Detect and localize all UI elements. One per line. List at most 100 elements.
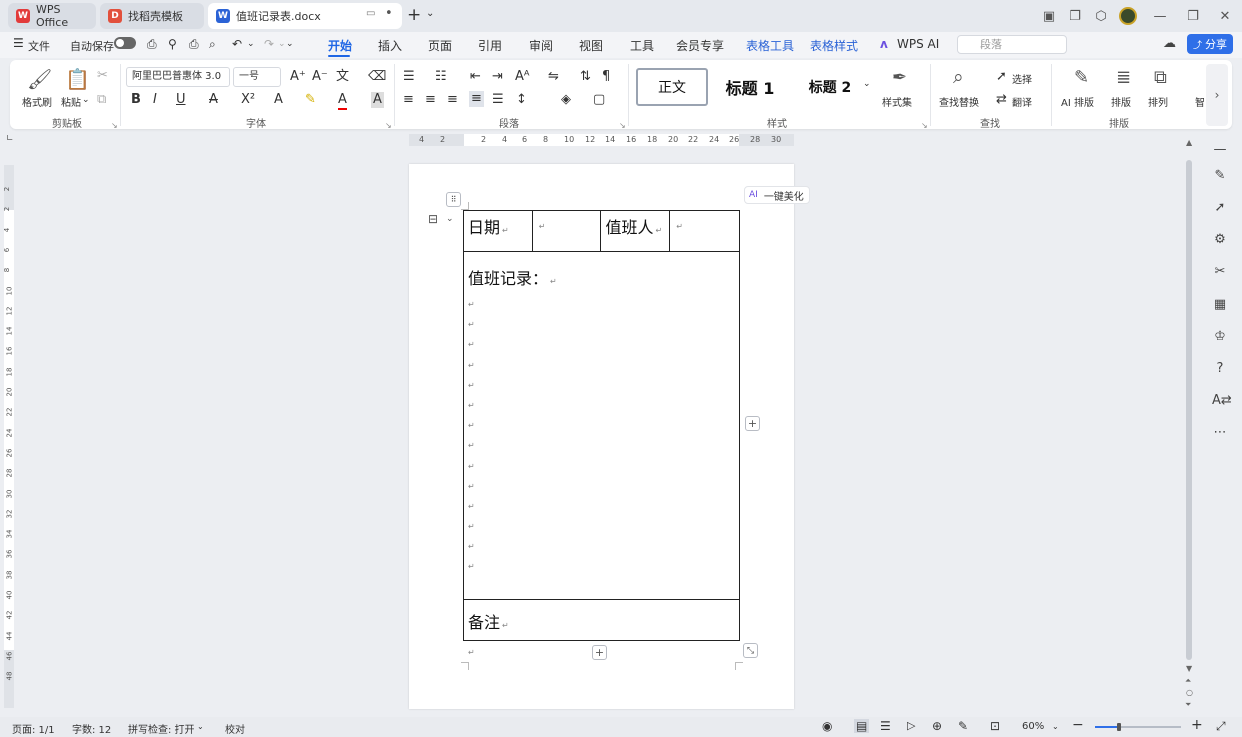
duty-person-label-cell[interactable]: 值班人 ↵ <box>600 210 671 252</box>
ai-beautify-button[interactable]: AI 一键美化 <box>744 186 810 204</box>
ruler-corner-icon[interactable]: ∟ <box>6 134 14 144</box>
vertical-scrollbar[interactable] <box>1186 160 1192 660</box>
format-painter-button[interactable]: 格式刷 <box>22 94 52 109</box>
cloud-upload-icon[interactable]: ☁ <box>1163 36 1176 51</box>
translate-icon[interactable]: A⇄ <box>1212 393 1232 409</box>
find-replace-icon[interactable]: ⌕ <box>953 66 964 88</box>
proofread-button[interactable]: 校对 <box>225 721 245 736</box>
tab-docer-templates[interactable]: D 找稻壳模板 <box>100 3 204 29</box>
browse-object-icon[interactable]: ○ <box>1186 688 1193 697</box>
tab-table-tools[interactable]: 表格工具 <box>746 37 794 54</box>
monitor-icon[interactable]: ▭ <box>366 8 375 19</box>
new-tab-button[interactable]: + <box>407 5 421 25</box>
window-switch-icon[interactable]: ❐ <box>1066 7 1084 25</box>
increase-indent-icon[interactable]: ⇥ <box>492 69 503 85</box>
prev-page-icon[interactable]: ⏶ <box>1185 676 1191 686</box>
tab-list-chevron-icon[interactable]: ⌄ <box>426 8 434 19</box>
record-cell[interactable]: 值班记录： ↵ ↵ ↵ ↵ ↵ ↵ ↵ ↵ ↵ ↵ ↵ ↵ ↵ ↵ ↵ <box>463 251 740 600</box>
decrease-indent-icon[interactable]: ⇤ <box>470 69 481 85</box>
pen-edit-icon[interactable]: ✎ <box>1212 168 1228 184</box>
select-cursor-icon[interactable]: ➚ <box>1212 200 1228 216</box>
arrange-button[interactable]: 排列 <box>1148 94 1168 109</box>
style-heading-2[interactable]: 标题 2 <box>792 68 868 106</box>
scroll-down-icon[interactable]: ▼ <box>1186 664 1192 673</box>
line-spacing-icon[interactable]: ↕ <box>516 92 527 108</box>
style-set-button[interactable]: 样式集 <box>882 94 912 109</box>
share-button[interactable]: ⤴ 分享 <box>1187 34 1233 54</box>
image-edit-icon[interactable]: ▦ <box>1212 297 1228 313</box>
duty-person-value-cell[interactable]: ↵ <box>669 210 740 252</box>
pen-icon[interactable]: ✎ <box>958 719 968 733</box>
close-icon[interactable]: ✕ <box>1216 7 1234 25</box>
select-cursor-icon[interactable]: ➚ <box>996 69 1007 85</box>
outline-view-icon[interactable]: ☰ <box>880 719 891 733</box>
spellcheck-chevron-icon[interactable]: ⌄ <box>197 722 204 731</box>
dialog-launcher-icon[interactable]: ↘ <box>619 118 626 134</box>
scroll-up-icon[interactable]: ▲ <box>1186 138 1192 147</box>
ai-layout-icon[interactable]: ✎ <box>1074 67 1089 88</box>
character-shading-icon[interactable]: A <box>371 92 384 108</box>
tab-page[interactable]: 页面 <box>428 37 452 54</box>
distribute-icon[interactable]: ☰ <box>492 92 504 108</box>
select-button[interactable]: 选择 <box>1012 71 1032 86</box>
duty-record-table[interactable]: 日期 ↵ ↵ 值班人 ↵ ↵ 值班记录： ↵ ↵ ↵ ↵ ↵ ↵ ↵ ↵ ↵ ↵ ↵ <box>463 210 740 641</box>
arrange-icon[interactable]: ⧉ <box>1154 67 1167 88</box>
copy-icon[interactable]: ⧉ <box>97 92 106 108</box>
underline-icon[interactable]: U <box>176 92 186 108</box>
sort-icon[interactable]: ⇅ <box>580 69 591 85</box>
adjust-settings-icon[interactable]: ⚙ <box>1212 232 1228 248</box>
paste-icon[interactable]: 📋 <box>65 67 90 91</box>
tab-wps-office[interactable]: W WPS Office <box>8 3 96 29</box>
ai-layout-button[interactable]: AI 排版 <box>1061 94 1094 109</box>
tab-wps-ai[interactable]: WPS AI <box>897 37 939 51</box>
restore-icon[interactable]: ❐ <box>1184 7 1202 25</box>
play-icon[interactable]: ▷ <box>907 719 915 732</box>
horizontal-ruler[interactable]: 4 2 2 4 6 8 10 12 14 16 18 20 22 24 26 28 30 <box>409 134 794 146</box>
photo-icon[interactable]: ▣ <box>1040 7 1058 25</box>
translate-icon[interactable]: ⇄ <box>996 92 1007 108</box>
tab-member[interactable]: 会员专享 <box>676 37 724 54</box>
vertical-ruler[interactable]: 2 2 4 6 8 10 12 14 16 18 20 22 24 26 28 30 32 34 36 38 40 42 4… <box>3 165 14 708</box>
zoom-out-icon[interactable]: − <box>1072 717 1084 733</box>
tools-icon[interactable]: ✂ <box>1212 264 1228 280</box>
translate-button[interactable]: 翻译 <box>1012 94 1032 109</box>
highlight-icon[interactable]: ✎ <box>305 92 316 108</box>
undo-dropdown-chevron-icon[interactable]: ⌄ <box>247 39 255 49</box>
style-set-icon[interactable]: ✒ <box>892 67 907 88</box>
file-menu[interactable]: 文件 <box>28 38 50 54</box>
page-count[interactable]: 页面: 1/1 <box>12 721 55 736</box>
shading-fill-icon[interactable]: ◈ <box>561 92 571 108</box>
date-label-cell[interactable]: 日期 ↵ <box>463 210 533 252</box>
tab-references[interactable]: 引用 <box>478 37 502 54</box>
zoom-slider[interactable] <box>1095 723 1181 731</box>
add-column-button[interactable]: + <box>745 416 760 431</box>
clear-format-eraser-icon[interactable]: ⌫ <box>368 69 386 85</box>
redo-dropdown-chevron-icon[interactable]: ⌄ <box>278 39 286 49</box>
zoom-slider-thumb[interactable] <box>1117 723 1121 731</box>
wps-ai-logo-icon[interactable]: ᴧ <box>880 37 888 51</box>
format-painter-icon[interactable]: 🖌 <box>27 67 52 91</box>
link-icon[interactable]: ⚲ <box>168 37 177 51</box>
tab-tools[interactable]: 工具 <box>630 37 654 54</box>
table-menu-chevron-icon[interactable]: ⌄ <box>446 214 454 224</box>
hamburger-icon[interactable]: ☰ <box>13 36 24 50</box>
zoom-level[interactable]: 60% <box>1022 721 1044 732</box>
paste-dropdown-chevron-icon[interactable]: ⌄ <box>82 92 90 108</box>
collapse-panel-icon[interactable]: — <box>1212 142 1228 158</box>
text-effect-icon[interactable]: A <box>274 92 283 108</box>
justify-icon[interactable]: ≡ <box>469 91 484 107</box>
paste-button[interactable]: 粘贴 <box>61 94 81 109</box>
print-icon[interactable]: ⎙ <box>189 37 199 52</box>
avatar[interactable] <box>1119 7 1137 25</box>
spellcheck-status[interactable]: 拼写检查: 打开 <box>128 721 195 736</box>
align-right-icon[interactable]: ≡ <box>447 92 458 108</box>
tab-document[interactable]: W 值班记录表.docx ▭ • <box>208 3 402 29</box>
dialog-launcher-icon[interactable]: ↘ <box>921 118 928 134</box>
zoom-dropdown-chevron-icon[interactable]: ⌄ <box>1052 722 1059 731</box>
minimize-icon[interactable]: — <box>1151 7 1169 25</box>
tab-table-style[interactable]: 表格样式 <box>810 37 858 54</box>
typeset-icon[interactable]: ≣ <box>1116 67 1131 88</box>
change-case-icon[interactable]: Aᴬ <box>515 69 530 85</box>
font-family-dropdown[interactable]: 阿里巴巴普惠体 3.0 <box>126 67 230 87</box>
numbered-list-icon[interactable]: ☷ <box>435 69 447 85</box>
